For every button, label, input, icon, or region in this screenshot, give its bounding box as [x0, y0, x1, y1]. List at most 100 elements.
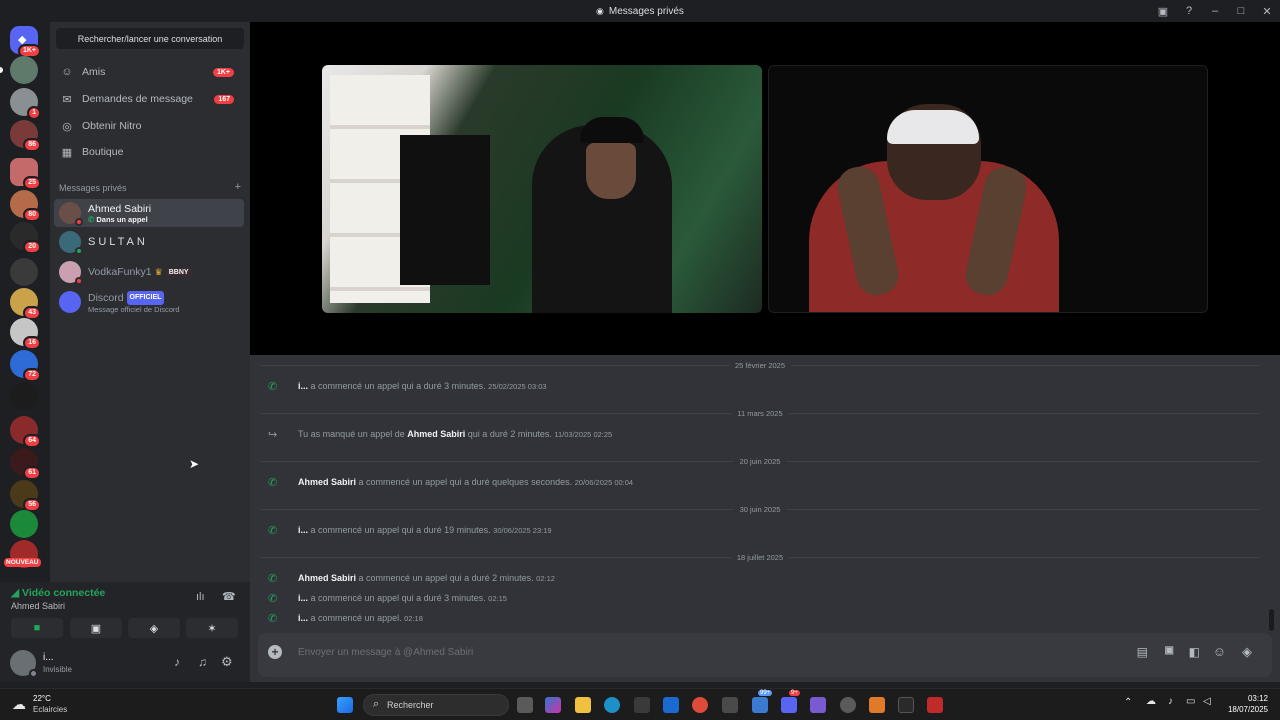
server-icon[interactable]: 1: [10, 88, 41, 120]
emoji-icon[interactable]: ☺: [1213, 644, 1226, 659]
chrome-icon[interactable]: [692, 697, 708, 713]
server-icon[interactable]: 80: [10, 190, 41, 222]
file-explorer-icon[interactable]: [575, 697, 591, 713]
add-dm-button[interactable]: +: [235, 182, 241, 193]
date-divider: 25 février 2025: [260, 359, 1261, 371]
headphones-icon[interactable]: ♫: [198, 655, 207, 669]
dm-item-vodkafunky[interactable]: VodkaFunky1 ♛ BBNY: [54, 258, 244, 286]
server-icon[interactable]: 16: [10, 318, 41, 350]
app-icon[interactable]: [810, 697, 826, 713]
gif-icon[interactable]: ▣: [1165, 645, 1174, 656]
server-icon[interactable]: [10, 510, 38, 538]
signal-icon: ◢: [11, 587, 20, 599]
search-button[interactable]: Rechercher/lancer une conversation: [56, 28, 244, 49]
video-tile-ahmed[interactable]: [768, 65, 1208, 313]
app-icon[interactable]: [840, 697, 856, 713]
mail-icon: ✉: [62, 93, 72, 106]
friends-icon: ☺: [61, 66, 73, 78]
home-button[interactable]: ◆ 1K+: [10, 26, 41, 58]
server-icon[interactable]: [10, 382, 38, 410]
dm-item-sultan[interactable]: SULTAN: [54, 228, 244, 256]
chevron-up-icon[interactable]: ⌃: [1124, 697, 1132, 708]
app-icon[interactable]: [869, 697, 885, 713]
taskbar-search[interactable]: ⌕ Rechercher: [363, 694, 509, 716]
edge-icon[interactable]: [604, 697, 620, 713]
app-icon[interactable]: 99+: [752, 690, 773, 713]
server-icon[interactable]: NOUVEAU: [4, 540, 41, 568]
avatar: [59, 202, 83, 226]
discord-icon[interactable]: 9+: [781, 690, 800, 713]
crown-icon: ♛: [154, 266, 163, 277]
missed-call-icon: ↪: [268, 429, 278, 441]
copilot-icon[interactable]: [545, 697, 561, 713]
date-divider: 11 mars 2025: [260, 407, 1260, 419]
soundboard-button[interactable]: ✶: [186, 618, 238, 638]
server-icon[interactable]: 25: [10, 158, 41, 190]
message-composer: + Envoyer un message à @Ahmed Sabiri ▤ ▣…: [258, 633, 1272, 677]
sticker-icon[interactable]: ◧: [1189, 645, 1200, 659]
close-button[interactable]: ✕: [1254, 5, 1280, 18]
app-badge: 9+: [789, 690, 800, 696]
help-icon[interactable]: ?: [1176, 5, 1202, 17]
nav-friends[interactable]: ☺ Amis 1K+: [54, 60, 244, 84]
nav-shop[interactable]: ▦ Boutique: [54, 140, 244, 164]
server-badge: 25: [23, 176, 41, 190]
cloud-icon[interactable]: ☁: [1146, 696, 1156, 707]
add-attachment-icon[interactable]: +: [268, 645, 282, 659]
nav-message-requests[interactable]: ✉ Demandes de message 167: [54, 87, 244, 111]
phone-icon: ✆: [268, 573, 278, 585]
dm-sub: Dans un appel: [96, 214, 148, 224]
apps-icon[interactable]: ◈: [1242, 644, 1252, 660]
clock-time[interactable]: 03:12: [1236, 694, 1268, 703]
gift-icon[interactable]: ▤: [1137, 645, 1148, 659]
disconnect-icon[interactable]: ☎: [222, 590, 236, 603]
activity-button[interactable]: ◈: [128, 618, 180, 638]
dm-sub: Message officiel de Discord: [88, 304, 180, 314]
settings-gear-icon[interactable]: ⚙: [221, 654, 233, 670]
screen-share-button[interactable]: ▣: [70, 618, 122, 638]
microphone-icon[interactable]: ♪: [174, 655, 180, 669]
official-tag: OFFICIEL: [126, 290, 165, 305]
camera-icon: ■: [33, 622, 41, 634]
video-tile-self[interactable]: [322, 65, 762, 313]
store-icon[interactable]: [634, 697, 650, 713]
phone-icon: ✆: [268, 613, 278, 625]
dm-sidebar: Rechercher/lancer une conversation ☺ Ami…: [50, 22, 250, 582]
server-icon[interactable]: 64: [10, 416, 41, 448]
weather-temp[interactable]: 22°C: [33, 694, 51, 703]
maximize-button[interactable]: □: [1228, 5, 1254, 17]
app-icon[interactable]: [927, 697, 943, 713]
server-icon[interactable]: 43: [10, 288, 41, 320]
message-input[interactable]: Envoyer un message à @Ahmed Sabiri: [298, 647, 473, 658]
inbox-icon[interactable]: ▣: [1150, 5, 1176, 18]
nav-count: 167: [214, 94, 234, 104]
avatar: [59, 261, 83, 285]
app-icon[interactable]: [722, 697, 738, 713]
windows-start-icon[interactable]: [337, 697, 353, 713]
network-icon[interactable]: ▭: [1186, 696, 1195, 707]
server-icon[interactable]: 86: [10, 120, 41, 152]
server-icon[interactable]: [10, 258, 38, 286]
server-icon[interactable]: 72: [10, 350, 41, 382]
volume-icon[interactable]: ◁: [1203, 696, 1211, 707]
outlook-icon[interactable]: [663, 697, 679, 713]
dm-item-discord[interactable]: Discord OFFICIEL Message officiel de Dis…: [54, 288, 244, 316]
dm-item-ahmed[interactable]: Ahmed Sabiri ✆ Dans un appel: [54, 199, 244, 227]
avatar[interactable]: [10, 650, 38, 678]
server-badge: 20: [23, 240, 41, 254]
server-icon[interactable]: 56: [10, 480, 41, 512]
noise-suppression-icon[interactable]: ılı: [196, 591, 205, 603]
task-view-icon[interactable]: [517, 697, 533, 713]
microphone-icon[interactable]: ♪: [1168, 696, 1173, 707]
minimize-button[interactable]: –: [1202, 5, 1228, 17]
call-message: i... a commencé un appel qui a duré 19 m…: [298, 525, 552, 535]
app-icon[interactable]: [898, 697, 914, 713]
nav-nitro[interactable]: ◎ Obtenir Nitro: [54, 114, 244, 138]
server-icon[interactable]: 20: [10, 222, 41, 254]
server-icon[interactable]: 61: [10, 448, 41, 480]
server-icon[interactable]: [10, 56, 38, 84]
scrollbar[interactable]: [1269, 609, 1274, 631]
date-divider: 20 juin 2025: [260, 455, 1260, 467]
camera-button[interactable]: ■: [11, 618, 63, 638]
nitro-icon: ◎: [62, 120, 72, 133]
